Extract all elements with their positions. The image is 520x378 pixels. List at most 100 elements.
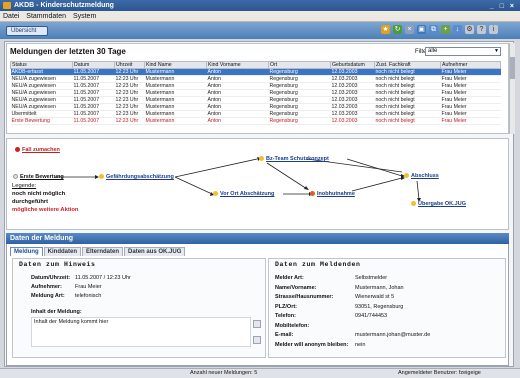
table-cell: noch nicht belegt <box>374 89 441 97</box>
status-user: Angemeldeter Benutzer: fzeigeige <box>398 370 481 376</box>
column-header[interactable]: Zust. Fachkraft <box>374 61 441 69</box>
help-icon[interactable]: ? <box>477 25 486 34</box>
table-cell: noch nicht belegt <box>374 117 441 125</box>
table-row[interactable]: NEU/A zugewiesen 11.05.2007 12:23 Uhr Muste… <box>10 82 501 90</box>
menu-datei[interactable]: Datei <box>3 13 19 20</box>
table-cell: Frau Meier <box>440 75 501 83</box>
node-gefaehrdung[interactable]: Gefährdungsabschätzung <box>99 174 174 180</box>
menu-system[interactable]: System <box>73 13 96 20</box>
scroll-up-button[interactable] <box>253 320 261 328</box>
info-icon[interactable]: i <box>489 25 498 34</box>
tab-ok-jug[interactable]: Daten aus OK.JUG <box>124 247 186 256</box>
node-erste-bewertung[interactable]: Erste Bewertung <box>13 174 64 180</box>
tab-uebersicht[interactable]: Übersicht <box>6 26 48 36</box>
node-dot-icon <box>213 191 218 197</box>
close-case-link[interactable]: Fall zumachen <box>15 147 60 153</box>
node-vor-ort[interactable]: Vor Ort Abschätzung <box>213 191 274 197</box>
table-row[interactable]: NEU/A zugewiesen 11.05.2007 12:23 Uhr Muste… <box>10 89 501 97</box>
table-cell: Frau Meier <box>440 68 501 76</box>
table-cell: Regensburg <box>268 82 331 90</box>
status-bar: Anzahl neuer Meldungen: 5 Angemeldeter B… <box>0 368 520 378</box>
table-cell: 11.05.2007 <box>72 82 115 90</box>
table-cell: noch nicht belegt <box>374 103 441 111</box>
table-cell: Regensburg <box>268 110 331 118</box>
table-cell: NEU/A zugewiesen <box>10 96 73 104</box>
refresh-icon[interactable]: ↻ <box>393 25 402 34</box>
reports-table: Status Datum Uhrzeit Kind Name Kind Vorname O… <box>10 61 501 125</box>
table-cell: Mustermann <box>144 103 207 111</box>
table-cell: 12.03.2003 <box>330 68 375 76</box>
table-row[interactable]: AKDB-erfasst 11.05.2007 12:23 Uhr Musterman… <box>10 68 501 76</box>
table-cell: 11.05.2007 <box>72 110 115 118</box>
tab-elterndaten[interactable]: Elterndaten <box>82 247 124 256</box>
table-cell: 11.05.2007 <box>72 68 115 76</box>
table-cell: NEU/A zugewiesen <box>10 75 73 83</box>
column-header[interactable]: Ort <box>268 61 331 69</box>
table-cell: 12:23 Uhr <box>114 103 145 111</box>
table-row[interactable]: Übermittelt 11.05.2007 12:23 Uhr Mustermann… <box>10 110 501 118</box>
table-cell: 11.05.2007 <box>72 96 115 104</box>
app-logo-icon <box>3 2 11 9</box>
add-icon[interactable]: + <box>441 25 450 34</box>
tab-meldung[interactable]: Meldung <box>10 247 43 256</box>
hint-box-title: Daten zum Hinweis <box>19 261 96 268</box>
table-cell: AKDB-erfasst <box>10 68 73 76</box>
table-row[interactable]: Erste Bewertung 11.05.2007 12:23 Uhr Muster… <box>10 117 501 125</box>
node-inobhutnahme[interactable]: Inobhutnahme <box>310 191 355 197</box>
reporter-field-label: Mobiltelefon: <box>275 322 310 329</box>
table-cell: 12.03.2003 <box>330 89 375 97</box>
table-cell: 11.05.2007 <box>72 75 115 83</box>
reporter-field-value: mustermann.johan@muster.de <box>355 332 431 338</box>
arrow-abschluss-uebergabe <box>416 180 420 200</box>
reporter-field-value: Wienerwald st 5 <box>355 294 395 300</box>
scroll-down-button[interactable] <box>253 336 261 344</box>
scrollbar-thumb[interactable] <box>510 57 515 79</box>
column-header[interactable]: Datum <box>72 61 115 69</box>
column-header[interactable]: Aufnehmer <box>440 61 501 69</box>
menu-stammdaten[interactable]: Stammdaten <box>26 13 66 20</box>
filter-select[interactable]: alle ▼ <box>425 47 501 56</box>
node-uebergabe[interactable]: Übergabe OK.JUG <box>411 201 466 207</box>
save-icon[interactable]: ▣ <box>417 25 426 34</box>
table-cell: Anton <box>206 68 269 76</box>
reporter-data-box: Daten zum Meldenden Melder Art: Selbstmel… <box>268 258 506 358</box>
tab-kinddaten[interactable]: Kinddaten <box>43 247 82 256</box>
close-icon[interactable]: × <box>405 25 414 34</box>
table-row[interactable]: NEU/A zugewiesen 11.05.2007 12:23 Uhr Muste… <box>10 75 501 83</box>
inhalt-textarea[interactable]: Inhalt der Meldung kommt hier <box>31 317 251 347</box>
table-row[interactable]: NEU/A zugewiesen 11.05.2007 12:23 Uhr Muste… <box>10 96 501 104</box>
table-cell: Mustermann <box>144 117 207 125</box>
node-dot-icon <box>404 173 409 179</box>
art-value: telefonisch <box>75 293 102 299</box>
node-abschluss[interactable]: Abschluss <box>404 173 439 179</box>
arrow-icon[interactable]: ↓ <box>453 25 462 34</box>
aufnehmer-value: Frau Meier <box>75 284 102 290</box>
node-dot-icon <box>310 191 315 197</box>
flag-icon[interactable]: ★ <box>381 25 390 34</box>
datum-value: 11.05.2007 / 12:23 Uhr <box>75 275 131 281</box>
copy-icon[interactable]: ⧉ <box>429 25 438 34</box>
gear-icon[interactable]: ⚙ <box>465 25 474 34</box>
details-title: Daten der Meldung <box>6 233 509 244</box>
details-tabs: Meldung Kinddaten Elterndaten Daten aus OK.… <box>10 247 186 256</box>
node-team-schutzkonzept[interactable]: Bz-Team Schutzkonzept <box>259 156 329 162</box>
table-cell: Regensburg <box>268 89 331 97</box>
status-new-count: Anzahl neuer Meldungen: 5 <box>190 370 258 376</box>
legend-possible: mögliche weitere Aktion <box>12 207 79 213</box>
reporter-field: Name/Vorname: Mustermann, Johan <box>275 285 404 291</box>
hint-data-box: Daten zum Hinweis Datum/Uhrzeit: 11.05.20… <box>12 258 266 358</box>
table-cell: Mustermann <box>144 68 207 76</box>
table-row[interactable]: NEU/A zugewiesen 11.05.2007 12:23 Uhr Muste… <box>10 103 501 111</box>
table-cell: Mustermann <box>144 110 207 118</box>
column-header[interactable]: Status <box>10 61 73 69</box>
column-header[interactable]: Kind Name <box>144 61 207 69</box>
column-header[interactable]: Geburtsdatum <box>330 61 375 69</box>
inhalt-value: Inhalt der Meldung kommt hier <box>34 319 109 325</box>
table-cell: 11.05.2007 <box>72 117 115 125</box>
reporter-field-label: Telefon: <box>275 313 296 319</box>
column-header[interactable]: Kind Vorname <box>206 61 269 69</box>
list-scrollbar[interactable] <box>509 43 515 134</box>
column-header[interactable]: Uhrzeit <box>114 61 145 69</box>
art-label: Meldung Art: <box>31 293 65 299</box>
list-title: Meldungen der letzten 30 Tage <box>10 47 126 56</box>
